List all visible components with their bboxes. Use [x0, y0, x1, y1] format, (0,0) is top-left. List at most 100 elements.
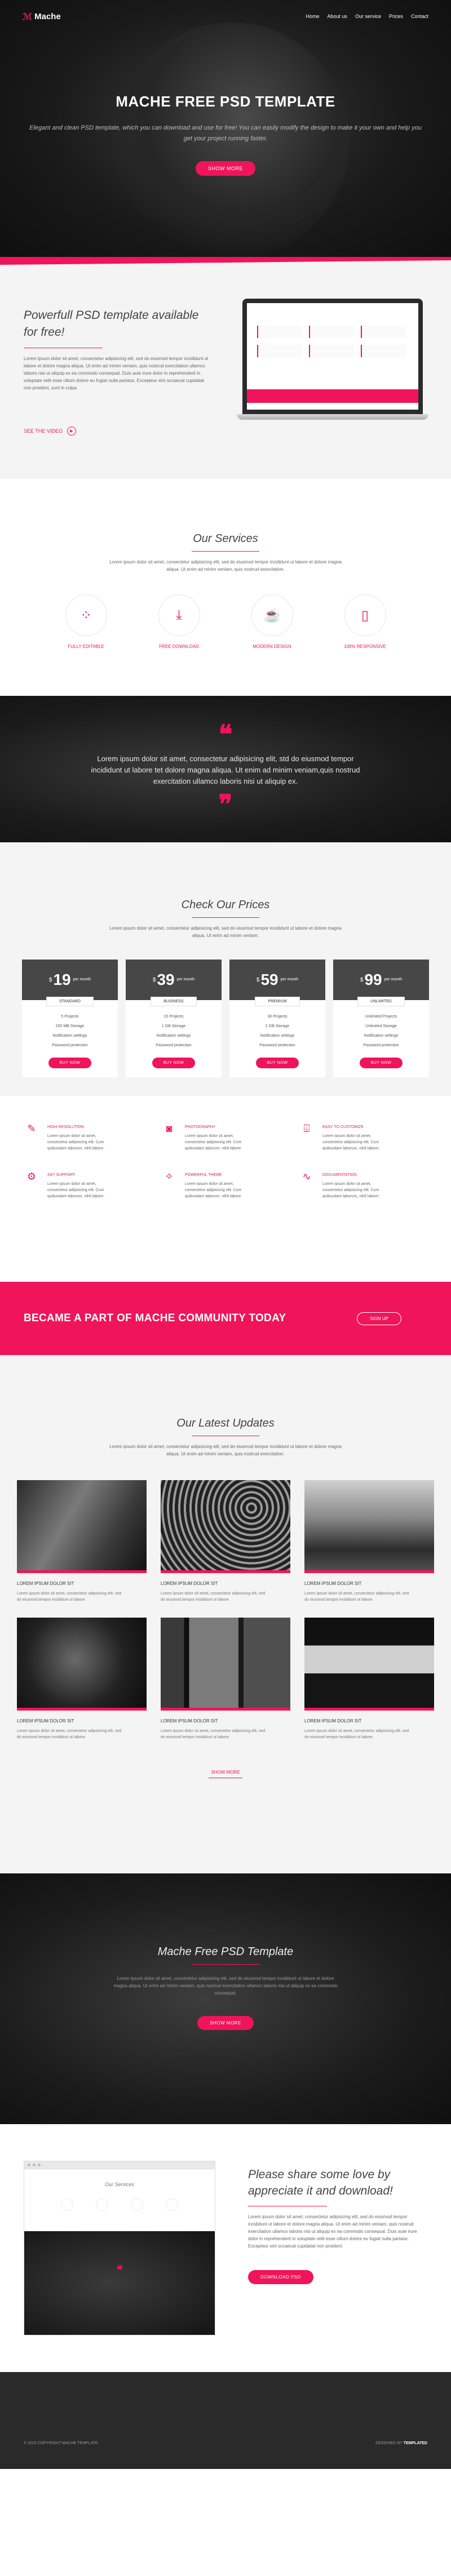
service-label: MODERN DESIGN	[253, 644, 291, 649]
price-period: per month	[176, 978, 195, 981]
update-title: LOREM IPSUM DOLOR SIT	[161, 1718, 218, 1724]
cta-title-brand: MACHE	[135, 1312, 175, 1324]
logo-mark-icon: ℳ	[23, 11, 33, 22]
feature-item-text: Lorem ipsum dolor sit amet, consectetur …	[322, 1182, 380, 1198]
quote-section: ❝ Lorem ipsum dolor sit amet, consectetu…	[0, 696, 451, 842]
hero-pink-divider	[0, 257, 451, 265]
show-more-link[interactable]: SHOW MORE	[0, 1770, 451, 1778]
cta-title: BECAME A PART OF MACHE COMMUNITY TODAY	[24, 1312, 286, 1325]
cup-icon: ☕	[251, 594, 293, 636]
currency-symbol: $	[152, 976, 156, 983]
mini-feature-grid	[257, 326, 406, 357]
hero-section: ℳ Mache Home About us Our service Prices…	[0, 0, 451, 265]
browser-mockup: Our Services ❝	[24, 2161, 215, 2335]
update-card[interactable]: LOREM IPSUM DOLOR SIT Lorem ipsum dolor …	[17, 1480, 147, 1603]
update-image	[17, 1480, 147, 1573]
plan-feature: Password protection	[259, 1043, 295, 1047]
update-title: LOREM IPSUM DOLOR SIT	[304, 1581, 362, 1586]
features-grid: ✎ HIGH RESOLUTION Lorem ipsum dolor sit a…	[24, 1123, 451, 1200]
logo[interactable]: ℳ Mache	[23, 11, 61, 22]
hero-title: MACHE FREE PSD TEMPLATE	[0, 93, 451, 110]
nav-item-about[interactable]: About us	[327, 14, 347, 19]
designer-link[interactable]: TEMPLATED	[404, 2441, 427, 2445]
update-image	[161, 1618, 290, 1711]
window-dot-icon	[38, 2164, 41, 2166]
update-image	[17, 1618, 147, 1711]
divider	[192, 1964, 259, 1965]
nav-item-service[interactable]: Our service	[355, 14, 381, 19]
buy-now-button[interactable]: BUY NOW	[255, 1058, 299, 1068]
prices-description: Lorem ipsum dolor sit amet, consectetur …	[109, 926, 342, 938]
plan-feature: 1 GB Storage	[161, 1024, 186, 1028]
plan-feature: Notification settings	[364, 1034, 399, 1038]
updates-section: Our Latest Updates Lorem ipsum dolor sit…	[0, 1355, 451, 1873]
mini-feature	[257, 345, 302, 357]
plan-name: UNLIMITED	[357, 997, 405, 1006]
feature-item-title: HIGH RESOLUTION	[47, 1125, 84, 1129]
hero-title-brand: MACHE	[116, 93, 171, 110]
see-video-link[interactable]: SEE THE VIDEO ▶	[24, 427, 210, 436]
feature-item: ✎ HIGH RESOLUTION Lorem ipsum dolor sit a…	[24, 1123, 161, 1152]
service-item[interactable]: ☕ MODERN DESIGN	[236, 594, 309, 649]
price-amount: 99	[364, 971, 382, 988]
share-paragraph: Lorem ipsum dolor sit amet, consectetur …	[248, 2214, 417, 2249]
buy-now-button[interactable]: BUY NOW	[48, 1058, 92, 1068]
price-period: per month	[280, 978, 299, 981]
price-card-standard: $ 19 per month STANDARD 5 Projects 200 M…	[22, 960, 118, 1077]
footer-bar: © 2015 COPYRIGHT MACHE TEMPLATE DESIGNED…	[24, 2441, 427, 2445]
nav-item-home[interactable]: Home	[306, 14, 319, 19]
service-item[interactable]: ⁘ FULLY EDITABLE	[50, 594, 123, 649]
currency-symbol: $	[360, 976, 364, 983]
update-card[interactable]: LOREM IPSUM DOLOR SIT Lorem ipsum dolor …	[304, 1480, 434, 1603]
feature-item-title: PHOTOGRAPHY	[185, 1125, 216, 1129]
image-accent-bar	[17, 1570, 147, 1573]
designed-by-label: DESIGNED BY	[375, 2441, 404, 2445]
download-psd-button[interactable]: DOWNLOAD PSD	[248, 2270, 313, 2284]
service-item[interactable]: ⤓ FREE DOWNLOAD	[143, 594, 216, 649]
nav-item-prices[interactable]: Prices	[389, 14, 403, 19]
update-card[interactable]: LOREM IPSUM DOLOR SIT Lorem ipsum dolor …	[17, 1618, 147, 1740]
buy-now-button[interactable]: BUY NOW	[359, 1058, 403, 1068]
bottom-hero-show-more-button[interactable]: SHOW MORE	[197, 2016, 254, 2030]
feature-item: ✧ POWERFUL THEME Lorem ipsum dolor sit am…	[161, 1171, 299, 1200]
cta-title-pre: BECAME A PART OF	[24, 1312, 135, 1324]
service-label: 100% RESPONSIVE	[344, 644, 386, 649]
price-amount: 59	[260, 971, 278, 988]
divider	[192, 917, 259, 918]
services-description: Lorem ipsum dolor sit amet, consectetur …	[109, 559, 342, 572]
update-title: LOREM IPSUM DOLOR SIT	[17, 1581, 74, 1586]
feature-paragraph: Lorem ipsum dolor sit amet, consectetur …	[24, 356, 209, 390]
feature-item-text: Lorem ipsum dolor sit amet, consectetur …	[185, 1182, 242, 1198]
hero-description: Elegant and clean PSD template, which yo…	[29, 125, 422, 142]
window-dot-icon	[33, 2164, 36, 2166]
update-card[interactable]: LOREM IPSUM DOLOR SIT Lorem ipsum dolor …	[161, 1480, 290, 1603]
community-cta-section: BECAME A PART OF MACHE COMMUNITY TODAY S…	[0, 1282, 451, 1355]
update-image	[304, 1618, 434, 1711]
nav-item-contact[interactable]: Contact	[411, 14, 428, 19]
plan-feature: 15 Projects	[163, 1015, 184, 1019]
bottom-hero-description: Lorem ipsum dolor sit amet, consectetur …	[113, 1976, 338, 1996]
window-dot-icon	[28, 2164, 30, 2166]
service-item[interactable]: ▯ 100% RESPONSIVE	[329, 594, 402, 649]
price-header: $ 59 per month	[229, 960, 325, 1000]
plan-feature: Notification settings	[260, 1034, 295, 1038]
dots-icon: ⁘	[65, 594, 107, 636]
share-section: Our Services ❝ Please share some love by…	[0, 2124, 451, 2372]
feature-item-title: EASY TO CUSTOMIZE	[322, 1125, 364, 1129]
price-header: $ 39 per month	[126, 960, 222, 1000]
open-quote-icon: ❝	[218, 719, 233, 749]
updates-grid: LOREM IPSUM DOLOR SIT Lorem ipsum dolor …	[0, 1480, 451, 1740]
mock-circle-icon	[131, 2199, 143, 2211]
update-card[interactable]: LOREM IPSUM DOLOR SIT Lorem ipsum dolor …	[161, 1618, 290, 1740]
feature-item-text: Lorem ipsum dolor sit amet, consectetur …	[47, 1134, 105, 1151]
feature-item-text: Lorem ipsum dolor sit amet, consectetur …	[185, 1134, 242, 1151]
sign-up-button[interactable]: SIGN UP	[357, 1312, 401, 1325]
feature-item: ◙ PHOTOGRAPHY Lorem ipsum dolor sit amet,…	[161, 1123, 299, 1152]
price-amount: 39	[157, 971, 175, 988]
hero-show-more-button[interactable]: SHOW MORE	[196, 161, 255, 176]
price-card-premium: $ 59 per month PREMIUM 30 Projects 2 GB …	[229, 960, 325, 1077]
update-card[interactable]: LOREM IPSUM DOLOR SIT Lorem ipsum dolor …	[304, 1618, 434, 1740]
mini-feature	[361, 345, 406, 357]
mock-circle-icon	[166, 2199, 178, 2211]
buy-now-button[interactable]: BUY NOW	[152, 1058, 196, 1068]
